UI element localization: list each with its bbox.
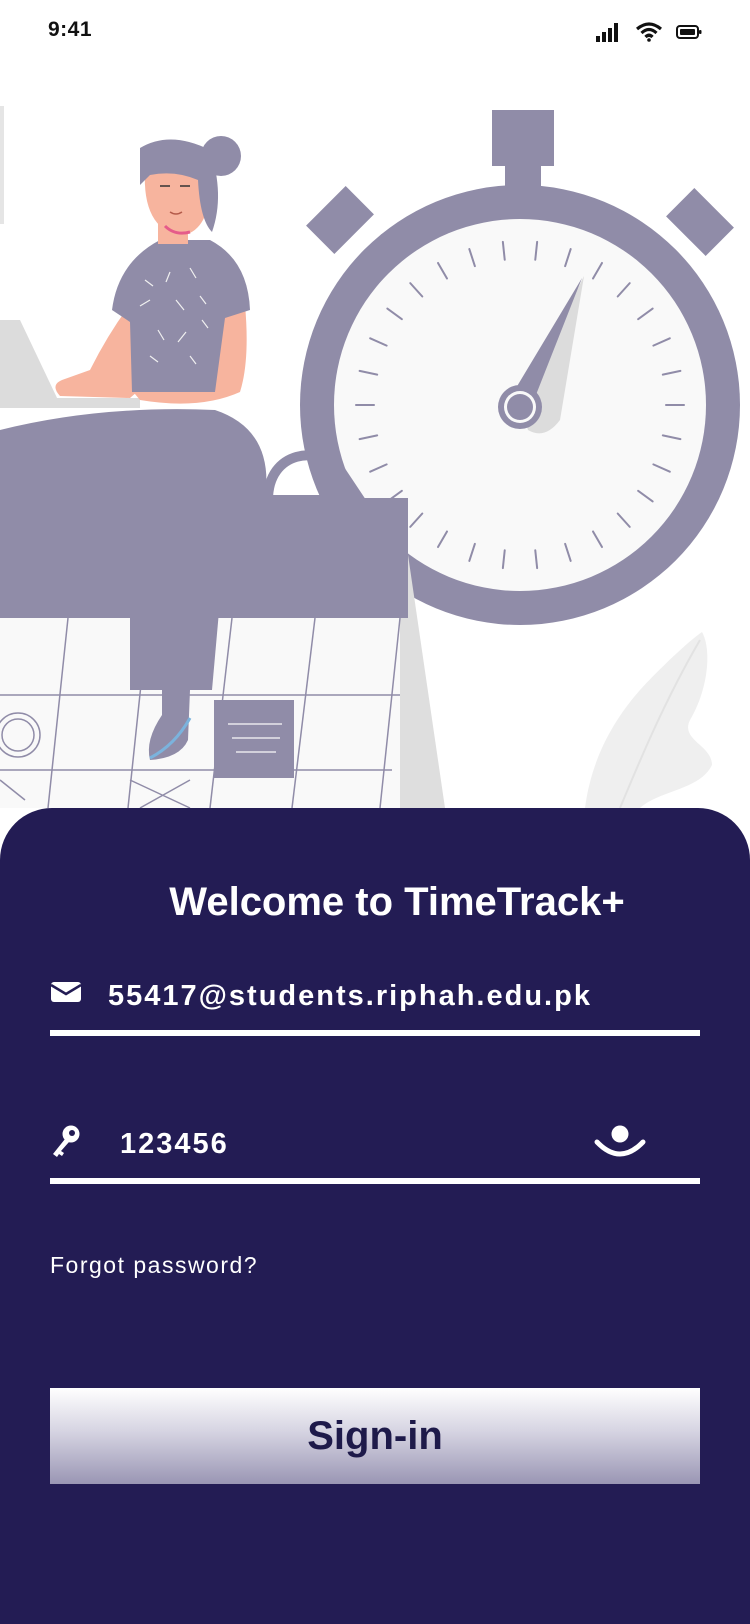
key-icon	[50, 1124, 82, 1165]
plant-icon	[585, 632, 712, 809]
calendar-icon	[0, 450, 445, 809]
signal-icon	[596, 23, 618, 42]
forgot-password-link[interactable]: Forgot password?	[50, 1252, 258, 1279]
status-time: 9:41	[48, 18, 93, 41]
email-field	[50, 968, 700, 1036]
signin-button[interactable]: Sign-in	[50, 1388, 700, 1484]
password-input[interactable]	[120, 1116, 580, 1172]
battery-icon	[676, 25, 702, 39]
status-icons	[596, 22, 702, 42]
email-underline	[50, 1030, 700, 1036]
status-bar: 9:41	[0, 0, 750, 64]
welcome-title: Welcome to TimeTrack+	[169, 880, 625, 924]
login-panel: Welcome to TimeTrack+ Forgot	[0, 808, 750, 1624]
password-field	[50, 1116, 700, 1184]
email-input[interactable]	[108, 968, 698, 1024]
password-underline	[50, 1178, 700, 1184]
envelope-icon	[50, 976, 82, 1011]
hero-illustration	[0, 64, 750, 824]
wifi-icon	[636, 22, 662, 42]
eye-icon[interactable]	[594, 1122, 646, 1163]
